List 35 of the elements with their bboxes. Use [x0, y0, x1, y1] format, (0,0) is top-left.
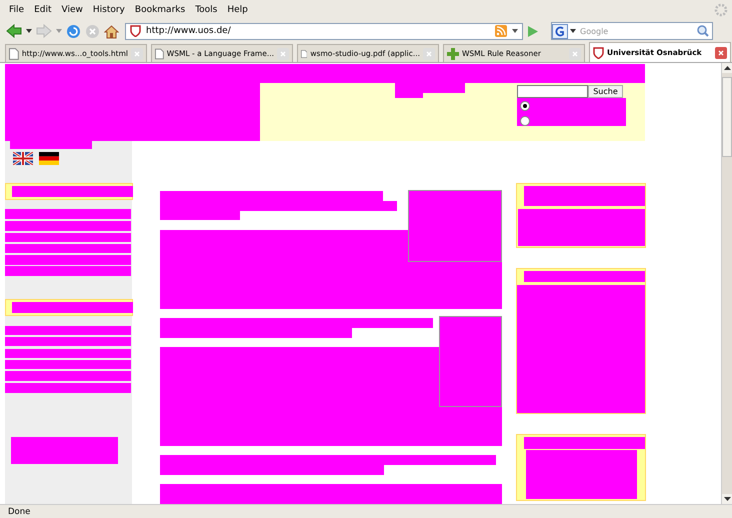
- page-icon: [9, 48, 19, 60]
- close-icon[interactable]: [715, 46, 727, 58]
- dropdown-caret-icon[interactable]: [26, 29, 32, 33]
- german-flag-icon[interactable]: [39, 152, 59, 165]
- menu-item[interactable]: Tools: [190, 5, 222, 15]
- scroll-down-button[interactable]: [722, 494, 732, 504]
- search-field[interactable]: [517, 85, 588, 98]
- menu-item[interactable]: History: [88, 5, 130, 15]
- menu-item[interactable]: View: [56, 5, 88, 15]
- shield-icon: [593, 46, 604, 58]
- page-icon: [155, 48, 164, 60]
- search-button[interactable]: Suche: [588, 85, 623, 98]
- rss-icon[interactable]: [495, 25, 507, 37]
- menu-item[interactable]: Help: [222, 5, 253, 15]
- menu-item[interactable]: Edit: [29, 5, 56, 15]
- address-field[interactable]: http://www.uos.de/: [125, 22, 523, 40]
- reload-icon[interactable]: [66, 24, 81, 38]
- scroll-up-button[interactable]: [722, 63, 732, 73]
- dropdown-caret-icon[interactable]: [512, 29, 518, 33]
- uk-flag-icon[interactable]: [13, 152, 33, 165]
- dropdown-caret-icon[interactable]: [570, 29, 576, 33]
- status-text: Done: [8, 506, 30, 516]
- page-icon: [301, 48, 308, 60]
- home-icon[interactable]: [104, 24, 119, 38]
- back-icon[interactable]: [6, 24, 22, 38]
- menu-item[interactable]: Bookmarks: [130, 5, 190, 15]
- g-logo-icon[interactable]: [552, 24, 568, 38]
- scroll-thumb[interactable]: [722, 77, 732, 157]
- search-field[interactable]: Google: [551, 22, 713, 40]
- scrollbar[interactable]: [721, 63, 732, 504]
- menu-item[interactable]: File: [4, 5, 30, 15]
- go-icon[interactable]: [527, 24, 539, 38]
- gear-icon: [714, 3, 728, 17]
- shield-icon: [130, 25, 141, 37]
- puzzle-icon: [447, 48, 459, 60]
